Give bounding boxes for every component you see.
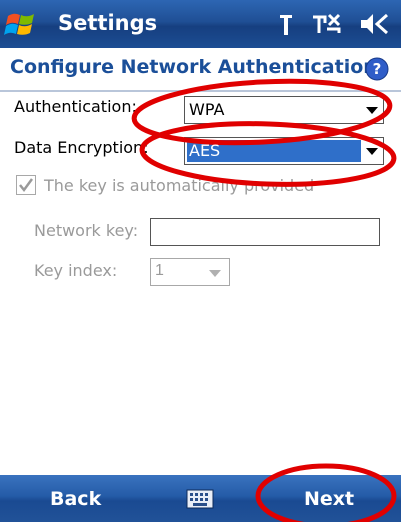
speaker-icon[interactable]	[359, 11, 389, 37]
data-encryption-label: Data Encryption:	[14, 138, 149, 157]
chevron-down-icon[interactable]	[366, 107, 378, 114]
svg-text:?: ?	[373, 60, 382, 78]
chevron-down-icon[interactable]	[366, 148, 378, 155]
key-index-value: 1	[155, 262, 164, 279]
key-index-label: Key index:	[34, 261, 118, 280]
softkey-bar: Back Next	[0, 475, 401, 522]
key-index-dropdown[interactable]: 1	[150, 258, 230, 286]
help-icon[interactable]: ?	[365, 57, 389, 81]
keyboard-icon[interactable]	[186, 489, 214, 509]
app-title: Settings	[58, 11, 158, 35]
back-button[interactable]: Back	[50, 488, 101, 510]
auto-key-label: The key is automatically provided	[44, 176, 315, 195]
page-header: Configure Network Authentication ?	[0, 48, 401, 92]
checkmark-icon	[19, 178, 34, 193]
page-title: Configure Network Authentication	[10, 56, 377, 78]
authentication-label: Authentication:	[14, 97, 137, 116]
connectivity-icon[interactable]	[311, 11, 341, 37]
data-encryption-dropdown[interactable]: AES	[184, 137, 384, 165]
windows-start-icon[interactable]	[4, 6, 40, 42]
authentication-value: WPA	[189, 100, 225, 119]
next-button[interactable]: Next	[304, 488, 354, 510]
title-bar: Settings	[0, 0, 401, 48]
data-encryption-value: AES	[189, 141, 221, 160]
network-key-input[interactable]	[150, 218, 380, 246]
network-key-label: Network key:	[34, 221, 139, 240]
status-icons	[279, 8, 389, 40]
antenna-icon[interactable]	[279, 11, 293, 37]
auto-key-checkbox[interactable]	[16, 175, 36, 195]
authentication-dropdown[interactable]: WPA	[184, 96, 384, 124]
chevron-down-icon[interactable]	[209, 270, 221, 277]
